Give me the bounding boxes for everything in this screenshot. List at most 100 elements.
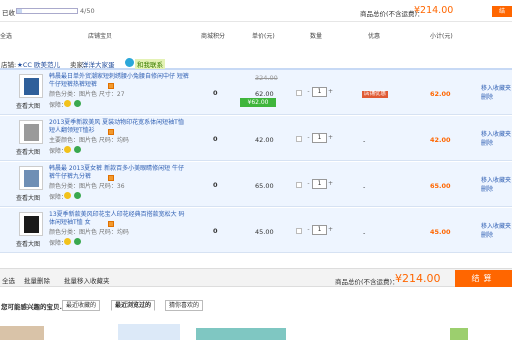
guarantee-icon	[64, 100, 71, 107]
quantity-stepper: - 1 +	[306, 179, 333, 189]
cart-item-row: 查看大图 13夏季新款美风印花宝人印花经典百搭款宽松大 码体闲短袖T恤 女 颜色…	[0, 208, 512, 253]
quantity-decrease-button[interactable]: -	[306, 87, 311, 97]
move-to-favorites-link[interactable]: 移入收藏夹	[481, 83, 511, 92]
delete-item-link[interactable]: 删除	[481, 230, 493, 239]
move-to-favorites-link[interactable]: 移入收藏夹	[481, 175, 511, 184]
settle-button[interactable]: 结算	[455, 270, 512, 287]
product-thumbnail[interactable]	[19, 74, 43, 98]
move-to-favorites-link[interactable]: 移入收藏夹	[481, 129, 511, 138]
col-shop-item: 店铺宝贝	[88, 33, 113, 40]
item-subtotal: 65.00	[430, 182, 451, 190]
tab-guess-you-like[interactable]: 猜你喜欢的	[165, 300, 204, 311]
item-subtotal: 42.00	[430, 136, 451, 144]
col-select[interactable]: 全选	[0, 31, 12, 40]
view-large-image-link[interactable]: 查看大图	[16, 239, 40, 248]
tmall-flag-icon	[108, 83, 114, 89]
delete-item-link[interactable]: 删除	[481, 138, 493, 147]
top-settle-button[interactable]: 结	[492, 6, 512, 17]
view-large-image-link[interactable]: 查看大图	[16, 101, 40, 110]
quantity-decrease-button[interactable]: -	[306, 225, 311, 235]
shop-label: 店铺:	[1, 61, 17, 69]
quantity-decrease-button[interactable]: -	[306, 133, 311, 143]
tmall-flag-icon	[108, 221, 114, 227]
batch-delete-link[interactable]: 批量删除	[24, 275, 50, 285]
quantity-increase-button[interactable]: +	[328, 179, 333, 189]
item-checkbox[interactable]	[296, 136, 302, 142]
col-discount: 优惠	[368, 33, 381, 40]
discount-value: -	[363, 229, 366, 237]
product-title-link[interactable]: 13夏季新款美风印花宝人印花经典百搭款宽松大 码体闲短袖T恤 女	[49, 211, 189, 227]
discount-value: -	[363, 137, 366, 145]
guarantee-icon	[64, 146, 71, 153]
tab-recently-viewed[interactable]: 最近浏览过的	[111, 300, 156, 311]
select-all-link[interactable]: 全选	[2, 275, 15, 285]
contact-seller-link[interactable]: 和我联系	[135, 59, 165, 69]
shop-header: 店铺: ★CC 欧美范儿 卖家： 洋洋大家蛋 和我联系	[0, 58, 512, 70]
recommendation-thumbnails-strip	[0, 322, 512, 340]
item-checkbox[interactable]	[296, 90, 302, 96]
guarantee-icon	[64, 192, 71, 199]
delete-item-link[interactable]: 删除	[481, 92, 493, 101]
col-points: 商城积分	[201, 33, 226, 40]
recommendation-thumb[interactable]	[0, 326, 44, 340]
product-attributes: 主要颜色：图片色 尺码：均码	[49, 137, 129, 144]
bottom-summary-bar: 全选 批量删除 批量移入收藏夹 商品总价(不含运费)： ¥214.00 结算	[0, 268, 512, 287]
top-total-value: ¥214.00	[414, 5, 454, 16]
product-image	[24, 78, 39, 95]
cart-capacity-count: 4/50	[80, 7, 95, 15]
points-value: 0	[213, 135, 218, 143]
quantity-increase-button[interactable]: +	[328, 87, 333, 97]
quantity-increase-button[interactable]: +	[328, 133, 333, 143]
quantity-decrease-button[interactable]: -	[306, 179, 311, 189]
seven-day-return-icon	[74, 238, 81, 245]
tmall-flag-icon	[108, 175, 114, 181]
unit-price: 65.00	[255, 182, 274, 190]
wangwang-chat-icon[interactable]	[125, 58, 134, 67]
product-attributes: 颜色分类：图片色 尺寸：27	[49, 91, 125, 98]
bottom-total-value: ¥214.00	[395, 272, 441, 285]
cart-item-row: 查看大图 韩晨最 2013夏女裤 新款百多小美眼睛修闲短 牛仔裤牛仔裤九分裤 颜…	[0, 162, 512, 207]
tab-recent-favorites[interactable]: 最近收藏的	[62, 300, 101, 311]
cart-capacity-progress	[16, 8, 78, 14]
view-large-image-link[interactable]: 查看大图	[16, 193, 40, 202]
recommendations-section: 您可能感兴趣的宝贝... 最近收藏的 最近浏览过的 猜你喜欢的	[0, 297, 512, 340]
column-header-row: 全选 店铺宝贝 商城积分 单价(元) 数量 优惠 小计(元)	[0, 31, 512, 41]
quantity-input[interactable]: 1	[312, 133, 327, 143]
unit-price: 42.00	[255, 136, 274, 144]
product-thumbnail[interactable]	[19, 120, 43, 144]
item-checkbox[interactable]	[296, 228, 302, 234]
quantity-increase-button[interactable]: +	[328, 225, 333, 235]
product-attributes: 颜色分类：图片色 尺码：36	[49, 183, 125, 190]
seven-day-return-icon	[74, 146, 81, 153]
recommendation-thumb[interactable]	[118, 324, 180, 340]
view-large-image-link[interactable]: 查看大图	[16, 147, 40, 156]
move-to-favorites-link[interactable]: 移入收藏夹	[481, 221, 511, 230]
shop-name-link[interactable]: ★CC 欧美范儿	[17, 59, 60, 69]
discount-value: -	[363, 183, 366, 191]
cart-item-row: 查看大图 韩晨最日单外贸潮家短刺绣腰小兔腰自修闲中仔 短裤牛仔短裤热裤短裤 颜色…	[0, 70, 512, 115]
item-checkbox[interactable]	[296, 182, 302, 188]
points-value: 0	[213, 227, 218, 235]
batch-favorite-link[interactable]: 批量移入收藏夹	[64, 275, 110, 285]
product-title-link[interactable]: 韩晨最 2013夏女裤 新款百多小美眼睛修闲短 牛仔裤牛仔裤九分裤	[49, 165, 189, 181]
quantity-stepper: - 1 +	[306, 225, 333, 235]
recommendation-banner[interactable]	[196, 328, 286, 340]
seven-day-return-icon	[74, 192, 81, 199]
quantity-input[interactable]: 1	[312, 225, 327, 235]
cart-capacity-progress-fill	[17, 9, 22, 13]
product-title-link[interactable]: 韩晨最日单外贸潮家短刺绣腰小兔腰自修闲中仔 短裤牛仔短裤热裤短裤	[49, 73, 189, 89]
product-thumbnail[interactable]	[19, 212, 43, 236]
original-price: 324.00	[255, 74, 278, 82]
item-subtotal: 45.00	[430, 228, 451, 236]
product-image	[24, 124, 39, 141]
delete-item-link[interactable]: 删除	[481, 184, 493, 193]
quantity-input[interactable]: 1	[312, 179, 327, 189]
product-image	[24, 216, 39, 233]
tmall-flag-icon	[108, 129, 114, 135]
product-thumbnail[interactable]	[19, 166, 43, 190]
points-value: 0	[213, 89, 218, 97]
product-title-link[interactable]: 2013夏季新款美风 夏装动物印花宽系体闲短袖T恤 短人翻领短T恤衫	[49, 119, 189, 135]
seller-name-link[interactable]: 洋洋大家蛋	[82, 59, 115, 69]
recommendation-thumb[interactable]	[450, 328, 468, 340]
quantity-input[interactable]: 1	[312, 87, 327, 97]
